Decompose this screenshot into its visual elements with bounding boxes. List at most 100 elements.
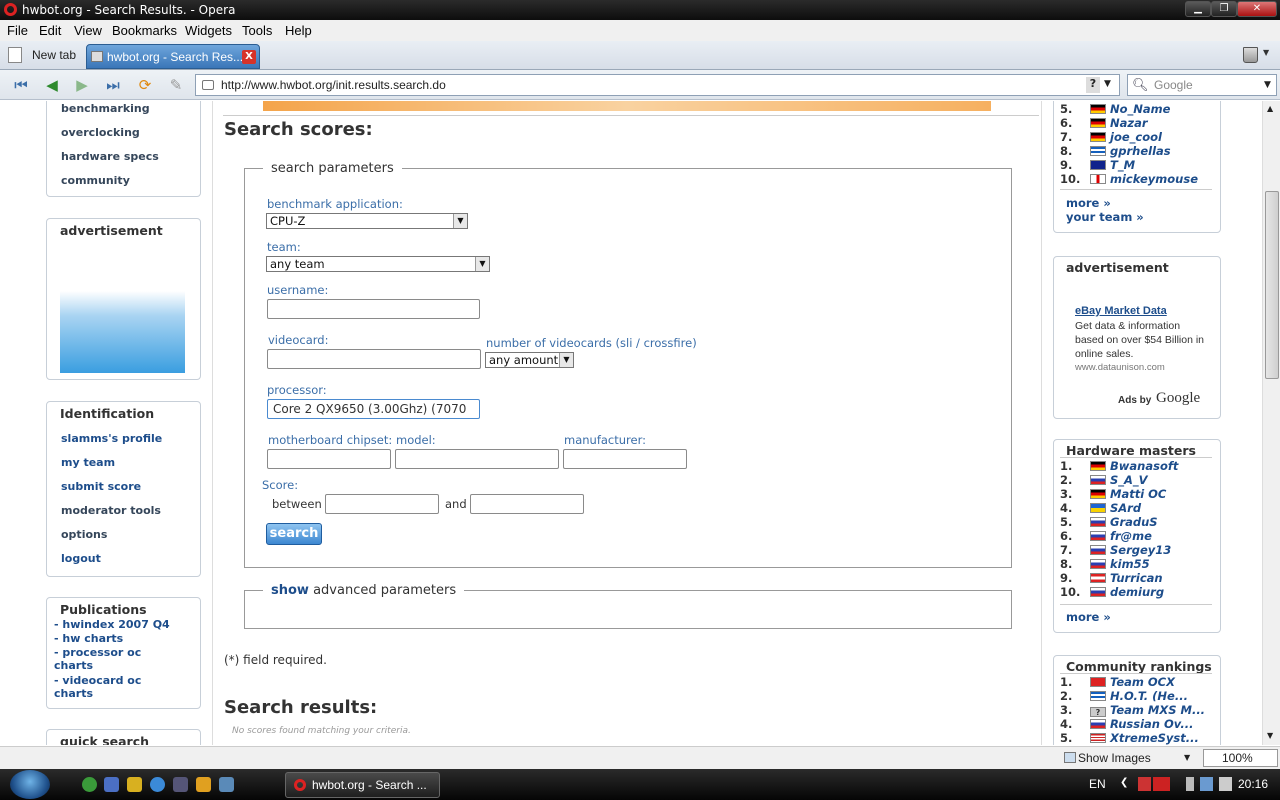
vertical-scrollbar[interactable]: ▲ ▼ (1262, 101, 1280, 745)
link-hw-charts[interactable]: - hw charts (54, 632, 123, 645)
scroll-down-icon[interactable]: ▼ (1267, 731, 1273, 740)
tab-close-icon[interactable]: X (242, 50, 256, 64)
chevron-down-icon[interactable]: ▼ (1264, 80, 1271, 90)
hw-masters-more-link[interactable]: more » (1066, 610, 1111, 624)
menu-help[interactable]: Help (285, 23, 312, 38)
taskbar-item-opera[interactable]: hwbot.org - Search ... (285, 772, 440, 798)
chipset-input[interactable] (267, 449, 391, 469)
ad-url[interactable]: www.dataunison.com (1075, 362, 1165, 373)
clock[interactable]: 20:16 (1238, 777, 1268, 791)
ranking-link[interactable]: XtremeSyst... (1110, 731, 1199, 745)
link-videocard-oc-charts[interactable]: - videocard oc charts (54, 674, 154, 700)
quicklaunch-icon[interactable] (127, 777, 142, 792)
rewind-icon[interactable]: ⏮ (10, 75, 32, 95)
banner-ad[interactable] (263, 101, 991, 111)
nav-hardware-specs[interactable]: hardware specs (61, 150, 159, 163)
model-input[interactable] (395, 449, 559, 469)
ranking-link[interactable]: Matti OC (1110, 487, 1166, 501)
processor-input[interactable]: Core 2 QX9650 (3.00Ghz) (7070 (267, 399, 480, 419)
language-flag-icon[interactable] (1153, 777, 1170, 791)
link-processor-oc-charts[interactable]: - processor oc charts (54, 646, 154, 672)
nav-overclocking[interactable]: overclocking (61, 126, 140, 139)
quicklaunch-icon[interactable] (104, 777, 119, 792)
ranking-link[interactable]: Team OCX (1110, 675, 1175, 689)
ad-link[interactable]: eBay Market Data (1075, 305, 1167, 317)
menu-widgets[interactable]: Widgets (185, 23, 232, 38)
nav-benchmarking[interactable]: benchmarking (61, 102, 150, 115)
menu-view[interactable]: View (74, 23, 102, 38)
link-submit-score[interactable]: submit score (61, 480, 141, 493)
chevron-down-icon[interactable]: ▼ (1184, 753, 1190, 762)
username-input[interactable] (267, 299, 480, 319)
network-icon[interactable] (1200, 777, 1213, 791)
nav-community[interactable]: community (61, 174, 130, 187)
address-field[interactable]: http://www.hwbot.org/init.results.search… (195, 74, 1120, 96)
menu-tools[interactable]: Tools (242, 23, 272, 38)
minimize-button[interactable]: ▁ (1185, 1, 1211, 17)
top-more-link[interactable]: more » (1066, 196, 1111, 210)
chevron-down-icon[interactable]: ▼ (1104, 79, 1111, 89)
menu-edit[interactable]: Edit (39, 23, 61, 38)
player-link[interactable]: mickeymouse (1110, 172, 1198, 186)
menu-bookmarks[interactable]: Bookmarks (112, 23, 177, 38)
link-options[interactable]: options (61, 528, 107, 541)
language-indicator[interactable]: EN (1089, 777, 1106, 791)
forward-icon[interactable]: ▶ (71, 75, 93, 95)
battery-icon[interactable] (1186, 777, 1194, 791)
link-profile[interactable]: slamms's profile (61, 432, 162, 445)
maximize-button[interactable]: ❐ (1211, 1, 1237, 17)
trash-icon[interactable] (1243, 47, 1258, 63)
show-images-select[interactable]: Show Images (1078, 751, 1151, 765)
edit-icon[interactable]: ✎ (165, 75, 187, 95)
chevron-left-icon[interactable]: ❮ (1120, 777, 1133, 791)
ranking-link[interactable]: fr@me (1110, 529, 1152, 543)
ranking-link[interactable]: Bwanasoft (1110, 459, 1178, 473)
menu-file[interactable]: File (7, 23, 28, 38)
start-button[interactable] (10, 770, 50, 799)
show-advanced-link[interactable]: show (271, 583, 309, 598)
player-link[interactable]: Nazar (1110, 116, 1148, 130)
search-button[interactable]: search (266, 523, 322, 545)
ranking-link[interactable]: GraduS (1110, 515, 1158, 529)
scroll-up-icon[interactable]: ▲ (1267, 104, 1273, 113)
ranking-link[interactable]: Sergey13 (1110, 543, 1171, 557)
browser-icon[interactable] (150, 777, 165, 792)
ranking-link[interactable]: H.O.T. (He... (1110, 689, 1188, 703)
link-my-team[interactable]: my team (61, 456, 115, 469)
ranking-link[interactable]: Russian Ov... (1110, 717, 1193, 731)
chevron-down-icon[interactable]: ▼ (1263, 48, 1269, 57)
quicklaunch-icon[interactable] (82, 777, 97, 792)
scrollbar-thumb[interactable] (1265, 191, 1279, 379)
benchmark-select[interactable]: CPU-Z ▼ (266, 213, 468, 229)
close-window-button[interactable]: ✕ (1237, 1, 1277, 17)
link-hwindex[interactable]: - hwindex 2007 Q4 (54, 618, 170, 631)
ranking-link[interactable]: kim55 (1110, 557, 1150, 571)
google-logo[interactable]: Google (1156, 390, 1200, 407)
help-icon[interactable]: ? (1086, 77, 1100, 93)
score-max-input[interactable] (470, 494, 584, 514)
new-tab-button[interactable]: New tab (6, 45, 82, 67)
ranking-link[interactable]: demiurg (1110, 585, 1164, 599)
reload-icon[interactable]: ⟳ (134, 75, 156, 95)
score-min-input[interactable] (325, 494, 439, 514)
num-videocards-select[interactable]: any amount ▼ (485, 352, 574, 368)
team-select[interactable]: any team ▼ (266, 256, 490, 272)
media-icon[interactable] (196, 777, 211, 792)
player-link[interactable]: joe_cool (1110, 130, 1162, 144)
volume-icon[interactable] (1219, 777, 1232, 791)
link-logout[interactable]: logout (61, 552, 101, 565)
player-link[interactable]: No_Name (1110, 102, 1170, 116)
ranking-link[interactable]: Team MXS M... (1110, 703, 1205, 717)
manufacturer-input[interactable] (563, 449, 687, 469)
fast-forward-icon[interactable]: ⏭ (102, 75, 124, 95)
player-link[interactable]: T_M (1110, 158, 1135, 172)
zoom-select[interactable]: 100% (1203, 749, 1278, 767)
tray-icon[interactable] (1138, 777, 1151, 791)
your-team-link[interactable]: your team » (1066, 210, 1144, 224)
ad-image[interactable] (60, 291, 185, 373)
ranking-link[interactable]: S_A_V (1110, 473, 1148, 487)
desktop-icon[interactable] (219, 777, 234, 792)
ranking-link[interactable]: Turrican (1110, 571, 1163, 585)
quicklaunch-icon[interactable] (173, 777, 188, 792)
videocard-input[interactable] (267, 349, 481, 369)
